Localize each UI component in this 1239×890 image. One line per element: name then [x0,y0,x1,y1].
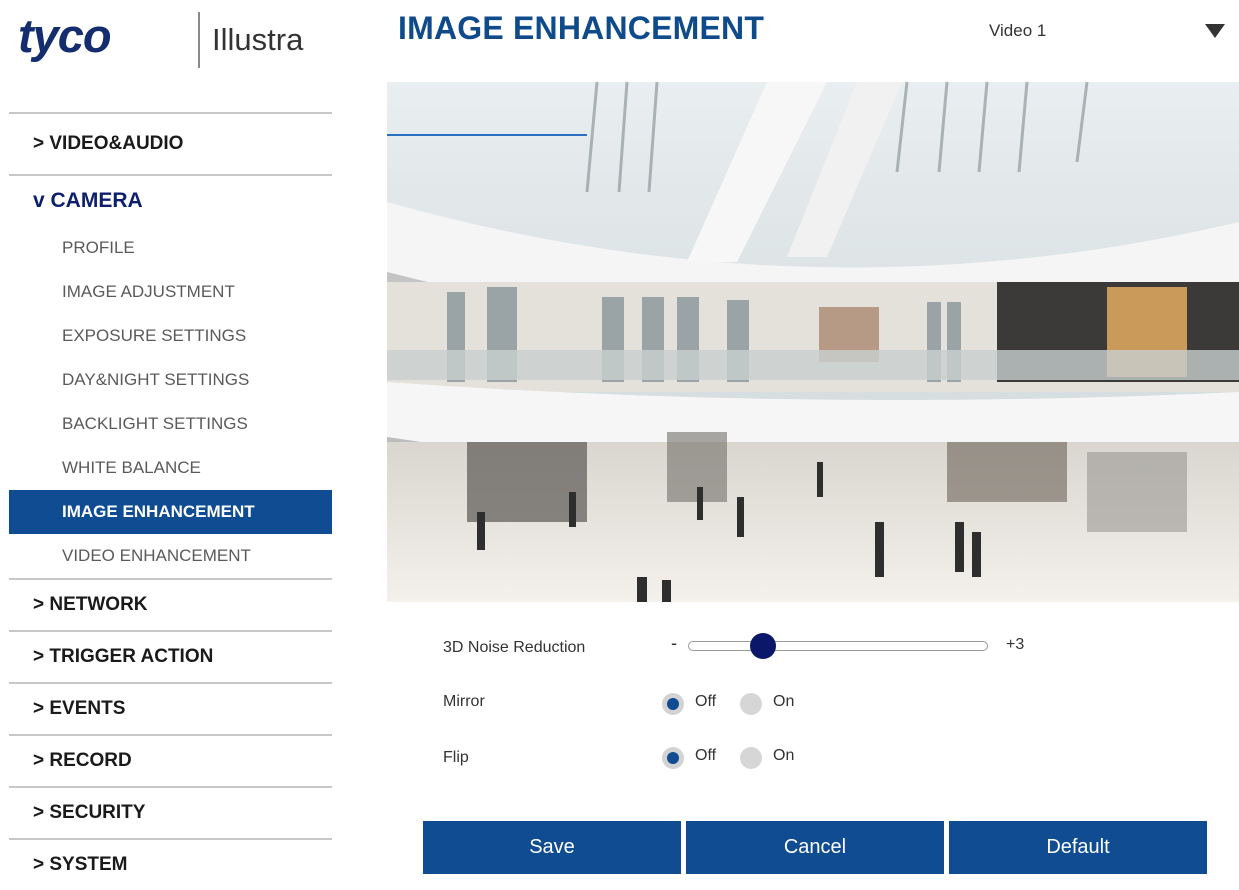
mirror-label: Mirror [443,693,485,710]
save-button[interactable]: Save [423,821,681,874]
mirror-on-label: On [773,693,795,710]
nav-trigger-action[interactable]: > TRIGGER ACTION [9,632,332,682]
nav-system[interactable]: > SYSTEM [9,840,332,890]
nav-backlight-settings[interactable]: BACKLIGHT SETTINGS [9,402,332,446]
flip-off-radio[interactable] [662,747,684,769]
nav-exposure-settings[interactable]: EXPOSURE SETTINGS [9,314,332,358]
nav-day-night-settings[interactable]: DAY&NIGHT SETTINGS [9,358,332,402]
sidebar-nav: > VIDEO&AUDIO v CAMERA PROFILE IMAGE ADJ… [9,112,332,890]
logo-brand-text: tyco [18,9,112,62]
nav-record[interactable]: > RECORD [9,736,332,786]
default-button[interactable]: Default [949,821,1207,874]
page-title: IMAGE ENHANCEMENT [398,10,765,46]
nav-image-enhancement[interactable]: IMAGE ENHANCEMENT [9,490,332,534]
video-source-select[interactable]: Video 1 [975,18,1225,48]
logo-product-text: Illustra [212,22,304,57]
nav-camera[interactable]: v CAMERA [9,176,332,226]
nav-profile[interactable]: PROFILE [9,226,332,270]
nav-image-adjustment[interactable]: IMAGE ADJUSTMENT [9,270,332,314]
flip-off-label: Off [695,747,717,764]
noise-reduction-value: +3 [1006,636,1025,653]
nav-video-audio[interactable]: > VIDEO&AUDIO [9,114,332,174]
mirror-off-radio[interactable] [662,693,684,715]
nav-events[interactable]: > EVENTS [9,684,332,734]
mirror-off-label: Off [695,693,717,710]
nav-security[interactable]: > SECURITY [9,788,332,838]
noise-reduction-label: 3D Noise Reduction [443,639,586,656]
cancel-button[interactable]: Cancel [686,821,944,874]
dropdown-arrow-icon [1205,24,1225,38]
flip-label: Flip [443,749,469,766]
camera-preview-image [387,82,1239,602]
slider-min-symbol: - [671,633,677,653]
flip-on-label: On [773,747,795,764]
nav-video-enhancement[interactable]: VIDEO ENHANCEMENT [9,534,332,578]
mirror-on-radio[interactable] [740,693,762,715]
nav-white-balance[interactable]: WHITE BALANCE [9,446,332,490]
flip-on-radio[interactable] [740,747,762,769]
video-source-value: Video 1 [989,21,1047,40]
nav-network[interactable]: > NETWORK [9,580,332,630]
logo-divider [198,12,200,68]
noise-reduction-slider-thumb[interactable] [750,633,776,659]
brand-logo: tyco Illustra [18,8,338,72]
noise-reduction-slider-track[interactable] [688,641,988,651]
